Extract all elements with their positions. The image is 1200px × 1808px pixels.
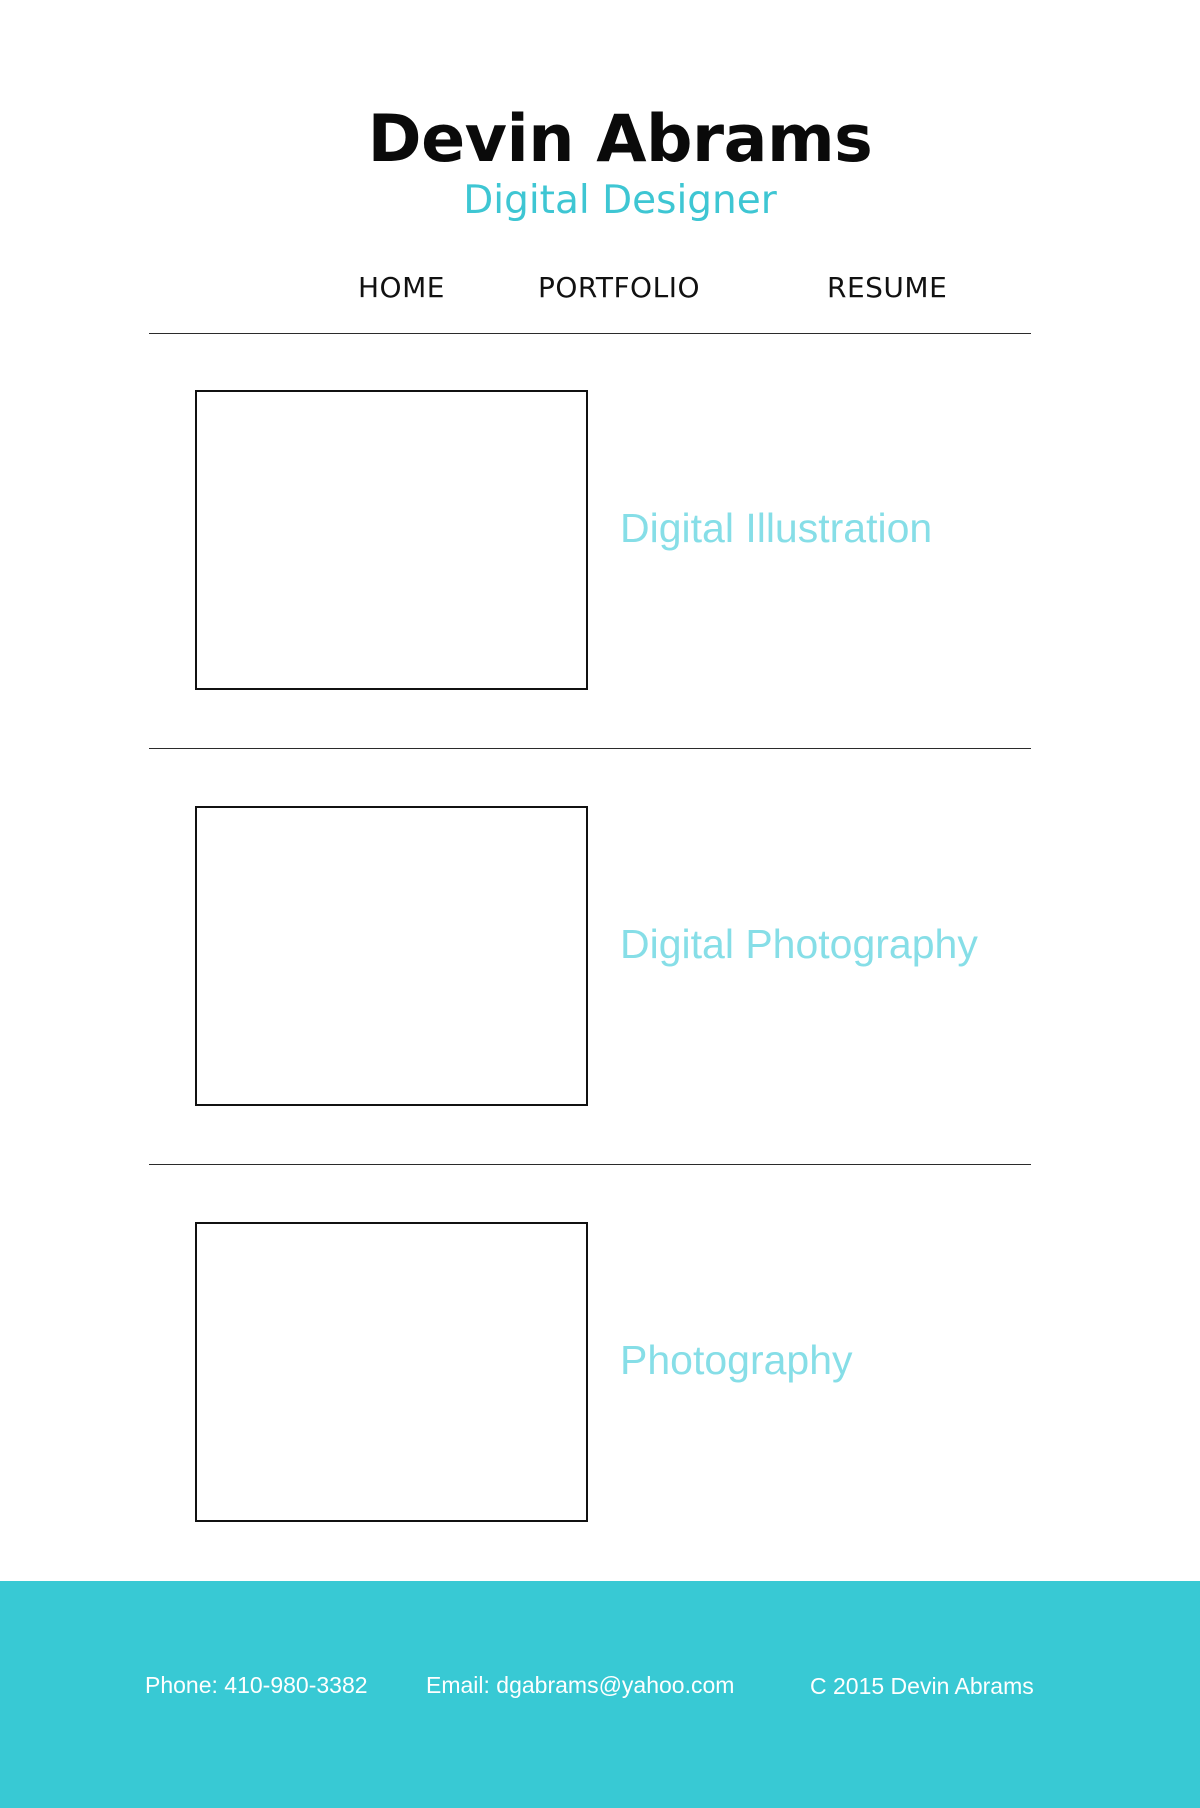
site-title: Devin Abrams: [367, 102, 873, 177]
nav-resume-link[interactable]: RESUME: [827, 268, 947, 308]
site-footer: Phone: 410-980-3382 Email: dgabrams@yaho…: [0, 1581, 1200, 1808]
footer-email-link[interactable]: Email: dgabrams@yahoo.com: [426, 1669, 734, 1701]
site-subtitle: Digital Designer: [463, 178, 777, 223]
nav-portfolio-link[interactable]: PORTFOLIO: [538, 268, 700, 308]
portfolio-item-title[interactable]: Digital Illustration: [620, 502, 932, 554]
portfolio-item-title[interactable]: Digital Photography: [620, 918, 978, 970]
portfolio-thumbnail[interactable]: [195, 806, 588, 1106]
section-divider: [149, 748, 1031, 749]
portfolio-thumbnail[interactable]: [195, 1222, 588, 1522]
portfolio-item-title[interactable]: Photography: [620, 1334, 853, 1386]
nav-divider: [149, 333, 1031, 334]
site-header: Devin Abrams Digital Designer: [0, 0, 1200, 230]
nav-home-link[interactable]: HOME: [358, 268, 445, 308]
footer-copyright: C 2015 Devin Abrams: [810, 1673, 1034, 1699]
section-divider: [149, 1164, 1031, 1165]
footer-phone: Phone: 410-980-3382: [145, 1672, 368, 1698]
portfolio-thumbnail[interactable]: [195, 390, 588, 690]
